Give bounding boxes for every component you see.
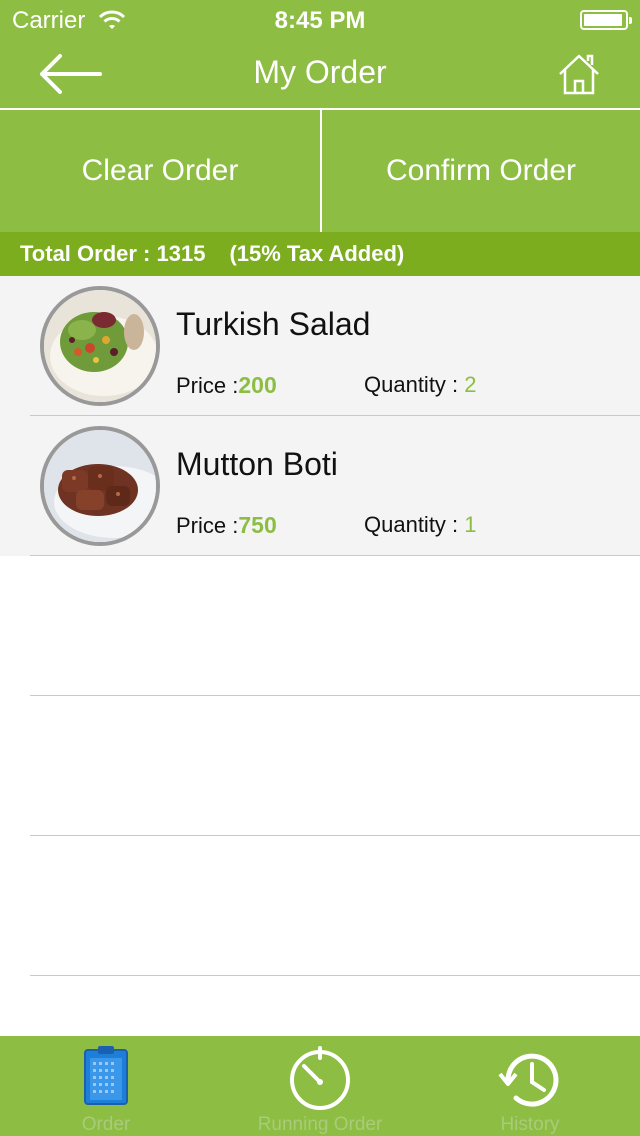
home-icon[interactable] — [556, 52, 602, 96]
battery-icon — [580, 10, 632, 30]
status-time: 8:45 PM — [274, 7, 366, 34]
quantity-row: Quantity : 2 — [364, 372, 477, 398]
item-name: Turkish Salad — [176, 306, 371, 342]
order-item[interactable]: Turkish Salad Price :200 Quantity : 2 — [0, 276, 640, 416]
tab-history-label: History — [500, 1114, 560, 1135]
quantity-row: Quantity : 1 — [364, 512, 477, 538]
total-order-bar: Total Order : 1315 (15% Tax Added) — [0, 232, 640, 276]
confirm-order-button[interactable]: Confirm Order — [322, 110, 640, 232]
empty-row — [0, 696, 640, 836]
quantity-value: 1 — [464, 512, 477, 537]
item-name: Mutton Boti — [176, 446, 338, 482]
status-bar: Carrier 8:45 PM — [0, 0, 640, 40]
price-value: 200 — [238, 372, 277, 398]
tab-order-label: Order — [81, 1114, 131, 1135]
price-label: Price : — [176, 373, 239, 398]
total-order-text: Total Order : 1315 — [20, 241, 206, 266]
item-thumbnail — [40, 286, 160, 406]
tab-running-order-label: Running Order — [257, 1114, 383, 1135]
empty-row — [0, 556, 640, 696]
header: Carrier 8:45 PM My Order — [0, 0, 640, 108]
quantity-label: Quantity : — [364, 372, 459, 397]
price-label: Price : — [176, 513, 239, 538]
price-value: 750 — [238, 512, 277, 538]
history-clock-icon — [496, 1044, 564, 1117]
tab-order[interactable]: Order — [40, 1036, 172, 1136]
order-actions: Clear Order Confirm Order — [0, 108, 640, 232]
quantity-label: Quantity : — [364, 512, 459, 537]
clear-order-button[interactable]: Clear Order — [0, 110, 320, 232]
tab-running-order[interactable]: Running Order — [230, 1036, 410, 1136]
quantity-value: 2 — [464, 372, 477, 397]
timer-icon — [286, 1044, 354, 1117]
order-item[interactable]: Mutton Boti Price :750 Quantity : 1 — [0, 416, 640, 556]
tab-bar: Order Running Order History — [0, 1036, 640, 1136]
order-list: Turkish Salad Price :200 Quantity : 2 Mu… — [0, 276, 640, 976]
tax-note: (15% Tax Added) — [229, 241, 405, 266]
page-title: My Order — [253, 54, 387, 90]
order-clipboard-icon — [82, 1044, 130, 1111]
row-divider — [30, 975, 640, 976]
empty-row — [0, 836, 640, 976]
price-row: Price :200 — [176, 372, 277, 399]
price-row: Price :750 — [176, 512, 277, 539]
tab-history[interactable]: History — [460, 1036, 600, 1136]
item-thumbnail — [40, 426, 160, 546]
